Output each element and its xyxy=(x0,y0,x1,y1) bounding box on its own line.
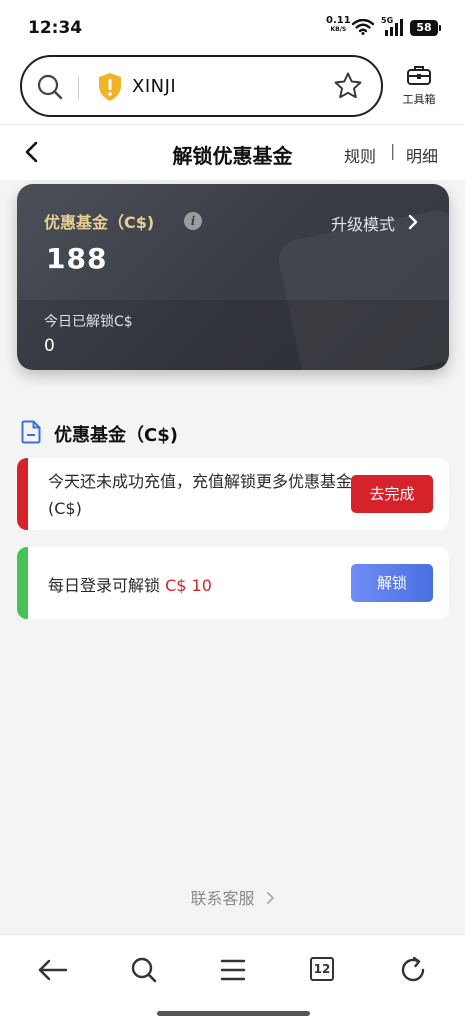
status-time: 12:34 xyxy=(28,18,83,38)
document-icon xyxy=(21,420,41,444)
address-bar[interactable]: XINJI xyxy=(20,55,383,117)
cell-signal: 5G xyxy=(381,16,405,42)
task-accent-bar xyxy=(17,547,28,619)
fund-amount: 188 xyxy=(46,242,108,275)
cell-type: 5G xyxy=(381,16,394,25)
search-icon[interactable] xyxy=(127,953,161,987)
home-indicator xyxy=(157,1011,310,1016)
complete-button[interactable]: 去完成 xyxy=(351,475,433,513)
toolbox-button[interactable]: 工具箱 xyxy=(396,64,442,107)
task-card-login: 每日登录可解锁 C$ 10 解锁 xyxy=(17,547,449,619)
chevron-right-icon xyxy=(266,892,274,904)
fund-title: 优惠基金（C$) xyxy=(44,213,155,232)
rules-link[interactable]: 规则 xyxy=(344,143,376,167)
battery-indicator: 58 xyxy=(410,20,441,36)
search-icon xyxy=(37,74,63,100)
shield-icon[interactable] xyxy=(97,72,123,102)
back-arrow-icon[interactable] xyxy=(36,953,70,987)
status-bar: 12:34 0.11 KB/S 5G 58 xyxy=(0,0,465,50)
divider xyxy=(78,77,79,99)
detail-link[interactable]: 明细 xyxy=(406,143,438,167)
bottom-nav: 12 xyxy=(0,934,465,1024)
page-header: 解锁优惠基金 规则 | 明细 xyxy=(0,124,465,180)
task-description: 每日登录可解锁 C$ 10 xyxy=(48,572,212,596)
unlock-button[interactable]: 解锁 xyxy=(351,564,433,602)
chevron-right-icon xyxy=(408,214,418,230)
refresh-icon[interactable] xyxy=(396,953,430,987)
contact-support-link[interactable]: 联系客服 xyxy=(0,885,465,909)
task-description: 今天还未成功充值，充值解锁更多优惠基金 (C$) xyxy=(48,472,353,518)
task-card-recharge: 今天还未成功充值，充值解锁更多优惠基金 (C$) 去完成 xyxy=(17,458,449,530)
task-reward: C$ 10 xyxy=(165,576,212,595)
fund-card: 优惠基金（C$) i 升级模式 188 今日已解锁C$ 0 xyxy=(17,184,449,370)
upgrade-mode-link[interactable]: 升级模式 xyxy=(331,211,418,235)
contact-support-label: 联系客服 xyxy=(190,889,255,908)
today-unlocked-label: 今日已解锁C$ xyxy=(44,314,133,330)
menu-icon[interactable] xyxy=(216,953,250,987)
network-speed-value: 0.11 xyxy=(326,15,351,26)
toolbox-icon xyxy=(407,66,431,85)
wifi-icon xyxy=(352,19,374,35)
network-speed: 0.11 KB/S xyxy=(326,15,351,34)
address-text[interactable]: XINJI xyxy=(132,76,176,97)
task-text: 每日登录可解锁 xyxy=(48,576,161,595)
info-icon[interactable]: i xyxy=(184,212,202,230)
today-unlocked-value: 0 xyxy=(44,336,55,356)
star-icon[interactable] xyxy=(333,71,363,101)
tabs-icon[interactable]: 12 xyxy=(310,957,334,981)
task-accent-bar xyxy=(17,458,28,530)
network-speed-unit: KB/S xyxy=(330,26,347,33)
toolbox-label: 工具箱 xyxy=(402,93,436,106)
upgrade-mode-label: 升级模式 xyxy=(331,215,396,234)
section-title: 优惠基金（C$) xyxy=(54,425,178,446)
header-separator: | xyxy=(390,141,396,160)
browser-toolbar: XINJI 工具箱 xyxy=(0,50,465,124)
